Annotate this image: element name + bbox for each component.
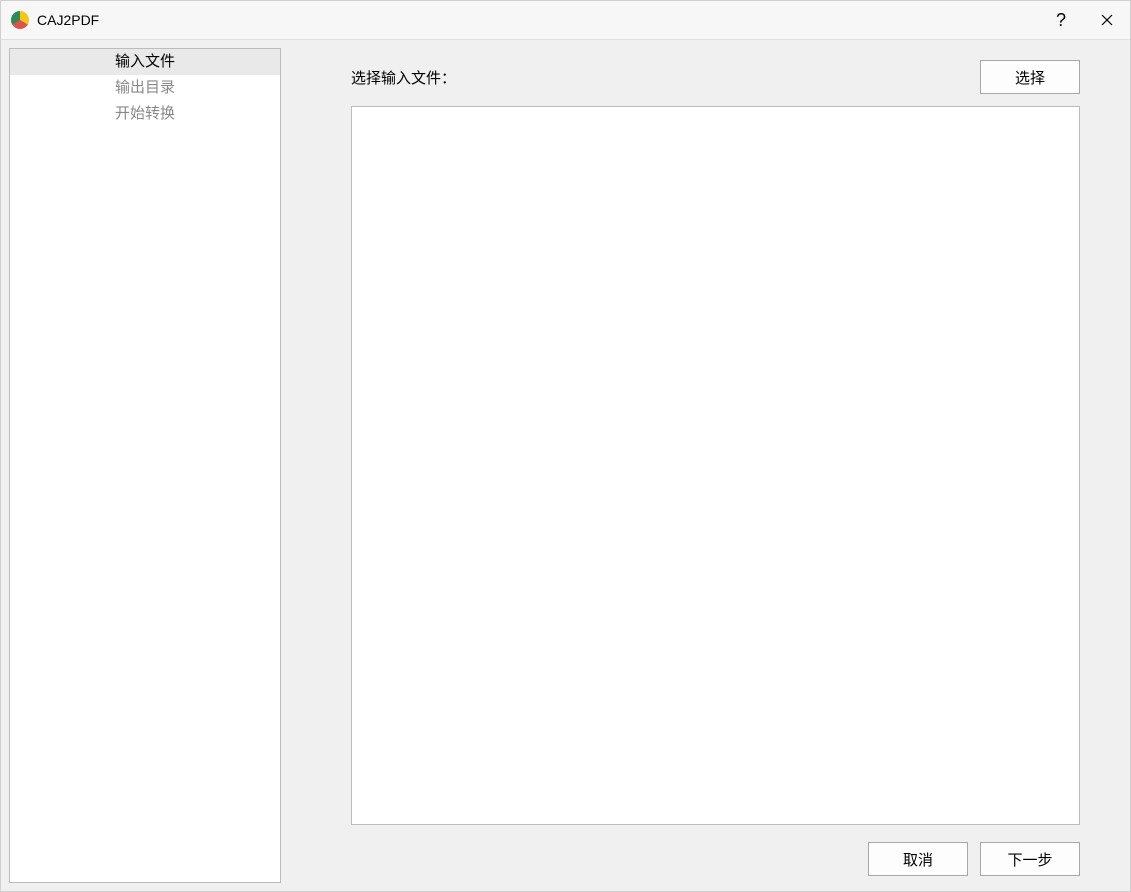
app-window: CAJ2PDF ? 输入文件 输出目录 开始转换 选择输入文件： 选择 取消 bbox=[0, 0, 1131, 892]
cancel-button[interactable]: 取消 bbox=[868, 842, 968, 876]
main-header: 选择输入文件： 选择 bbox=[351, 48, 1080, 106]
select-button[interactable]: 选择 bbox=[980, 60, 1080, 94]
sidebar-step-start-convert[interactable]: 开始转换 bbox=[10, 101, 280, 127]
window-title: CAJ2PDF bbox=[37, 12, 99, 28]
file-list[interactable] bbox=[351, 106, 1080, 825]
sidebar: 输入文件 输出目录 开始转换 bbox=[9, 48, 281, 883]
sidebar-step-input-file[interactable]: 输入文件 bbox=[10, 49, 280, 75]
select-input-label: 选择输入文件： bbox=[351, 67, 456, 88]
body-area: 输入文件 输出目录 开始转换 选择输入文件： 选择 取消 下一步 bbox=[1, 40, 1130, 891]
titlebar: CAJ2PDF ? bbox=[1, 1, 1130, 40]
app-icon bbox=[11, 11, 29, 29]
main-panel: 选择输入文件： 选择 取消 下一步 bbox=[289, 48, 1122, 883]
next-button[interactable]: 下一步 bbox=[980, 842, 1080, 876]
close-button[interactable] bbox=[1084, 1, 1130, 40]
help-button[interactable]: ? bbox=[1038, 1, 1084, 40]
footer: 取消 下一步 bbox=[351, 835, 1080, 883]
sidebar-step-output-dir[interactable]: 输出目录 bbox=[10, 75, 280, 101]
close-icon bbox=[1101, 14, 1113, 26]
